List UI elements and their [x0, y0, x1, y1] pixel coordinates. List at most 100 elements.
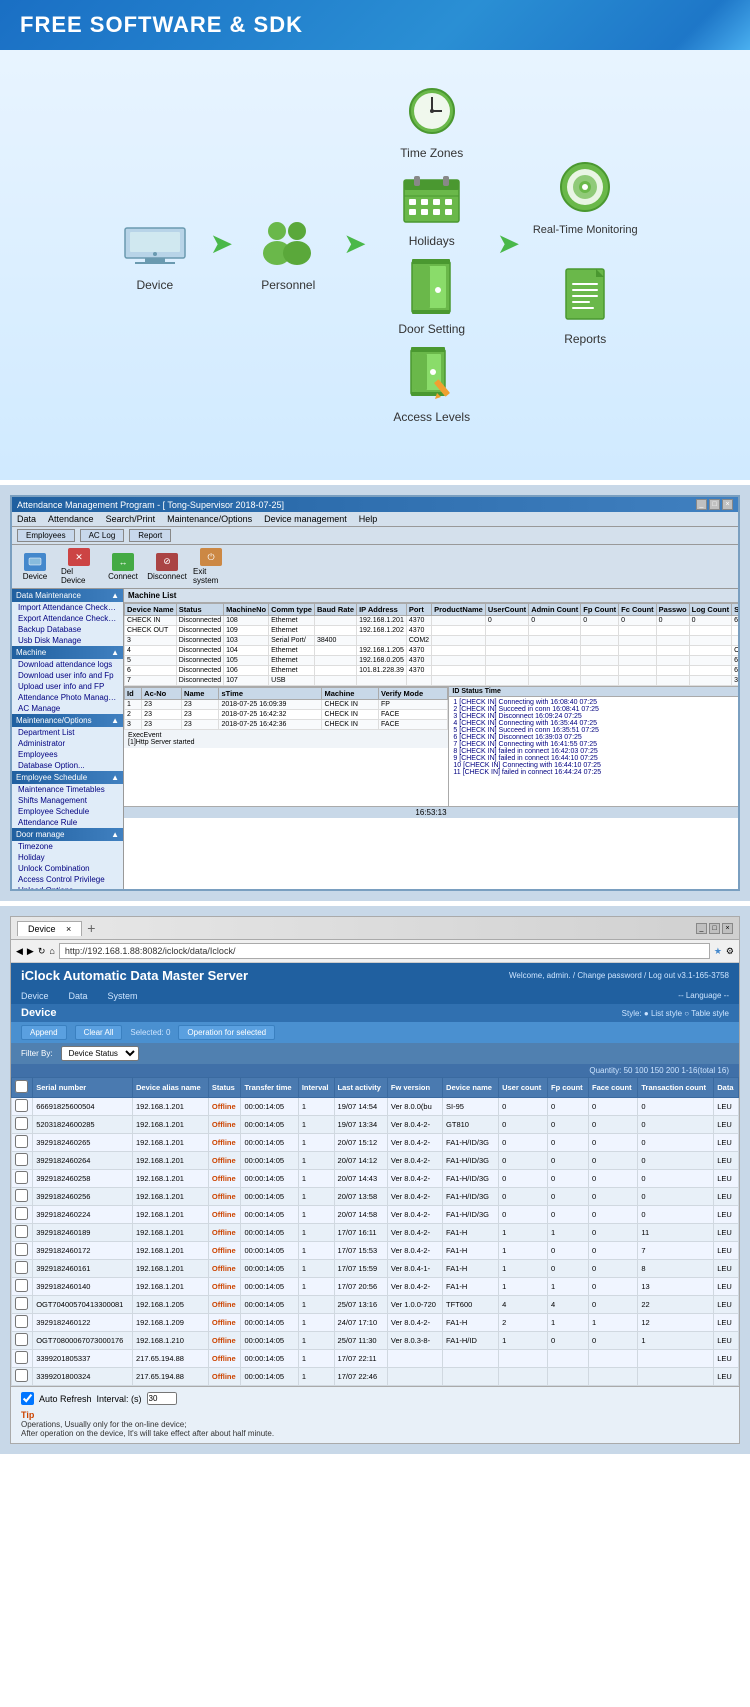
iclock-row-check[interactable] — [12, 1206, 33, 1224]
exec-event: ExecEvent [1]Http Server started — [124, 730, 448, 748]
menu-attendance[interactable]: Attendance — [48, 514, 94, 524]
btn-del-device[interactable]: ✕ Del Device — [61, 548, 97, 585]
iclock-transfer: 00:00:14:05 — [241, 1350, 298, 1368]
iclock-fp: 1 — [548, 1224, 589, 1242]
event-log-item: 7 [CHECK IN] Connecting with 16:41:55 07… — [453, 741, 734, 748]
iclock-row-check[interactable] — [12, 1188, 33, 1206]
menu-device[interactable]: Device management — [264, 514, 347, 524]
win-controls[interactable]: _ □ × — [696, 499, 733, 510]
iclock-data: LEU — [714, 1260, 739, 1278]
tab-report[interactable]: Report — [129, 529, 171, 542]
cell-baud — [314, 616, 356, 626]
settings-icon[interactable]: ⚙ — [726, 946, 734, 957]
sidebar-download-logs[interactable]: Download attendance logs — [12, 659, 123, 670]
sidebar-att-rule[interactable]: Attendance Rule — [12, 817, 123, 828]
iclock-row-check[interactable] — [12, 1116, 33, 1134]
sidebar-emp-schedule[interactable]: Employee Schedule — [12, 806, 123, 817]
nav-device[interactable]: Device — [21, 988, 49, 1004]
iclock-titlebar: Device × + _ □ × — [11, 917, 739, 940]
tab-aclog[interactable]: AC Log — [80, 529, 125, 542]
iclock-row-check[interactable] — [12, 1152, 33, 1170]
sidebar-download-user[interactable]: Download user info and Fp — [12, 670, 123, 681]
browser-max-btn[interactable]: □ — [709, 923, 720, 934]
sidebar-import[interactable]: Import Attendance Checking Data — [12, 602, 123, 613]
iclock-row-check[interactable] — [12, 1350, 33, 1368]
iclock-row-check[interactable] — [12, 1170, 33, 1188]
sidebar-export[interactable]: Export Attendance Checking Data — [12, 613, 123, 624]
menu-help[interactable]: Help — [359, 514, 378, 524]
auto-refresh-checkbox[interactable] — [21, 1392, 34, 1405]
browser-url[interactable]: http://192.168.1.88:8082/iclock/data/Icl… — [59, 943, 710, 959]
sidebar-backup[interactable]: Backup Database — [12, 624, 123, 635]
sidebar-timetables[interactable]: Maintenance Timetables — [12, 784, 123, 795]
back-icon[interactable]: ◀ — [16, 946, 23, 957]
iclock-users: 0 — [499, 1206, 548, 1224]
maximize-btn[interactable]: □ — [709, 499, 720, 510]
iclock-row-check[interactable] — [12, 1242, 33, 1260]
sidebar-usb[interactable]: Usb Disk Manage — [12, 635, 123, 646]
nav-system[interactable]: System — [108, 988, 138, 1004]
browser-close-btn[interactable]: × — [722, 923, 733, 934]
att-sidebar: Data Maintenance▲ Import Attendance Chec… — [12, 589, 124, 889]
iclock-row-check[interactable] — [12, 1278, 33, 1296]
menu-search[interactable]: Search/Print — [106, 514, 156, 524]
menu-maintenance[interactable]: Maintenance/Options — [167, 514, 252, 524]
sidebar-admin[interactable]: Administrator — [12, 738, 123, 749]
nav-data[interactable]: Data — [69, 988, 88, 1004]
forward-icon[interactable]: ▶ — [27, 946, 34, 957]
iclock-row-check[interactable] — [12, 1134, 33, 1152]
refresh-icon[interactable]: ↻ — [38, 946, 46, 957]
sidebar-upload-opt[interactable]: Upload Options — [12, 885, 123, 889]
sidebar-ac-manage[interactable]: AC Manage — [12, 703, 123, 714]
filter-select[interactable]: Device Status — [61, 1046, 139, 1061]
sidebar-access[interactable]: Access Control Privilege — [12, 874, 123, 885]
language-selector[interactable]: -- Language -- — [668, 988, 739, 1004]
close-btn[interactable]: × — [722, 499, 733, 510]
btn-disconnect[interactable]: ⊘ Disconnect — [149, 553, 185, 581]
select-all-checkbox[interactable] — [15, 1080, 28, 1093]
col-status: Status — [176, 604, 223, 616]
sidebar-shifts[interactable]: Shifts Management — [12, 795, 123, 806]
operation-btn[interactable]: Operation for selected — [178, 1025, 275, 1040]
group-maintenance[interactable]: Maintenance/Options▲ — [12, 714, 123, 727]
home-icon[interactable]: ⌂ — [49, 946, 54, 956]
group-employee-schedule[interactable]: Employee Schedule▲ — [12, 771, 123, 784]
iclock-row-check[interactable] — [12, 1314, 33, 1332]
iclock-welcome: Welcome, admin. / Change password / Log … — [499, 966, 739, 985]
clear-all-btn[interactable]: Clear All — [75, 1025, 123, 1040]
new-tab-icon[interactable]: + — [87, 920, 95, 936]
sidebar-dbopt[interactable]: Database Option... — [12, 760, 123, 771]
iclock-browser-tab[interactable]: Device × — [17, 921, 82, 936]
menu-data[interactable]: Data — [17, 514, 36, 524]
cell-comm: Ethernet — [269, 656, 315, 666]
iclock-row-check[interactable] — [12, 1368, 33, 1386]
iclock-row-check[interactable] — [12, 1098, 33, 1116]
iclock-serial: 3929182460265 — [33, 1134, 133, 1152]
star-icon[interactable]: ★ — [714, 946, 722, 957]
btn-exit[interactable]: ⏻ Exit system — [193, 548, 229, 585]
append-btn[interactable]: Append — [21, 1025, 67, 1040]
minimize-btn[interactable]: _ — [696, 499, 707, 510]
sidebar-upload-user[interactable]: Upload user info and FP — [12, 681, 123, 692]
sidebar-employees[interactable]: Employees — [12, 749, 123, 760]
browser-min-btn[interactable]: _ — [696, 923, 707, 934]
sidebar-unlock[interactable]: Unlock Combination — [12, 863, 123, 874]
group-data-maintenance[interactable]: Data Maintenance▲ — [12, 589, 123, 602]
interval-input[interactable] — [147, 1392, 177, 1405]
tab-employees[interactable]: Employees — [17, 529, 75, 542]
btn-connect[interactable]: ↔ Connect — [105, 553, 141, 581]
sidebar-dept[interactable]: Department List — [12, 727, 123, 738]
group-machine[interactable]: Machine▲ — [12, 646, 123, 659]
sidebar-holiday[interactable]: Holiday — [12, 852, 123, 863]
group-door[interactable]: Door manage▲ — [12, 828, 123, 841]
iclock-row-check[interactable] — [12, 1260, 33, 1278]
iclock-transfer: 00:00:14:05 — [241, 1260, 298, 1278]
tab-close-icon[interactable]: × — [66, 924, 71, 934]
iclock-row-check[interactable] — [12, 1332, 33, 1350]
sidebar-photo[interactable]: Attendance Photo Management — [12, 692, 123, 703]
browser-win-controls[interactable]: _ □ × — [696, 923, 733, 934]
sidebar-timezone[interactable]: Timezone — [12, 841, 123, 852]
btn-device[interactable]: Device — [17, 553, 53, 581]
iclock-row-check[interactable] — [12, 1296, 33, 1314]
iclock-row-check[interactable] — [12, 1224, 33, 1242]
